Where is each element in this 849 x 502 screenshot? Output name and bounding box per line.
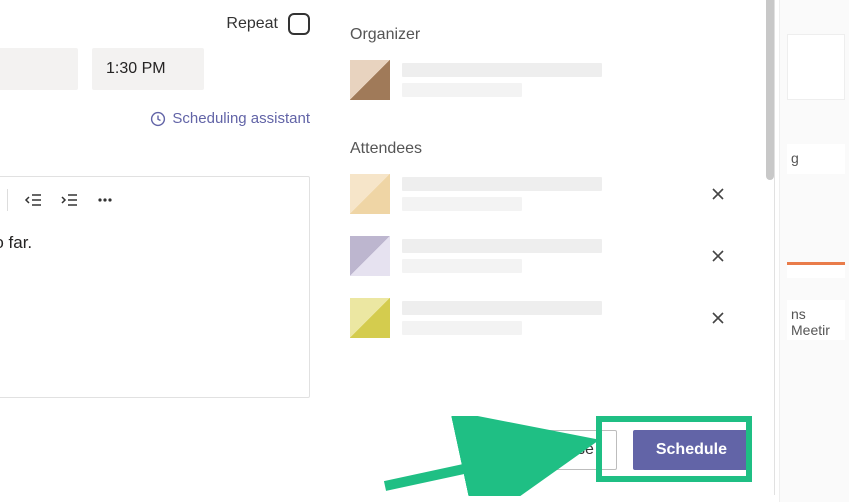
background-block [787,34,845,100]
avatar [350,174,390,214]
people-column: Organizer Attendees [350,20,750,354]
avatar [350,236,390,276]
attendee-row [350,230,750,292]
editor-textarea[interactable]: ing campaign so far. [0,223,309,253]
organizer-name-redacted [402,63,750,97]
end-datetime-row: 7, 2019 1:30 PM [0,48,204,90]
clock-icon [150,111,166,127]
avatar [350,60,390,100]
toolbar-separator [7,189,8,211]
attendee-name-redacted [402,239,692,273]
organizer-row [350,54,750,116]
scheduling-assistant-link[interactable]: Scheduling assistant [150,110,310,127]
background-calendar-strip: g ns Meetir [779,0,849,502]
background-block [787,262,845,278]
indent-button[interactable] [58,189,80,211]
close-button[interactable]: Close [530,430,617,470]
attendees-section-label: Attendees [350,140,750,158]
modal-footer: Close Schedule [350,430,750,470]
details-editor: graph [0,176,310,398]
outdent-button[interactable] [22,189,44,211]
repeat-label: Repeat [226,15,278,33]
background-block: ns Meetir [787,300,845,340]
end-date-field[interactable]: 7, 2019 [0,48,78,90]
attendee-name-redacted [402,177,692,211]
attendee-row [350,292,750,354]
remove-attendee-button[interactable] [704,242,732,270]
attendee-name-redacted [402,301,692,335]
scheduling-assistant-label: Scheduling assistant [172,110,310,127]
more-formatting-button[interactable] [94,189,116,211]
avatar [350,298,390,338]
attendee-row [350,168,750,230]
screenshot-root: g ns Meetir Repeat 7, 2019 1:30 PM m … [0,0,849,502]
attendees-section: Attendees [350,140,750,354]
end-time-field[interactable]: 1:30 PM [92,48,204,90]
modal-scrollbar[interactable] [766,0,774,180]
repeat-checkbox[interactable] [288,13,310,35]
editor-toolbar: graph [0,177,309,223]
location-scheduling-row: m … Scheduling assistant [0,110,310,127]
background-block: g [787,144,845,174]
remove-attendee-button[interactable] [704,304,732,332]
schedule-button[interactable]: Schedule [633,430,750,470]
new-meeting-modal: Repeat 7, 2019 1:30 PM m … [0,0,775,495]
organizer-section-label: Organizer [350,26,750,44]
remove-attendee-button[interactable] [704,180,732,208]
repeat-row: Repeat [0,13,310,35]
